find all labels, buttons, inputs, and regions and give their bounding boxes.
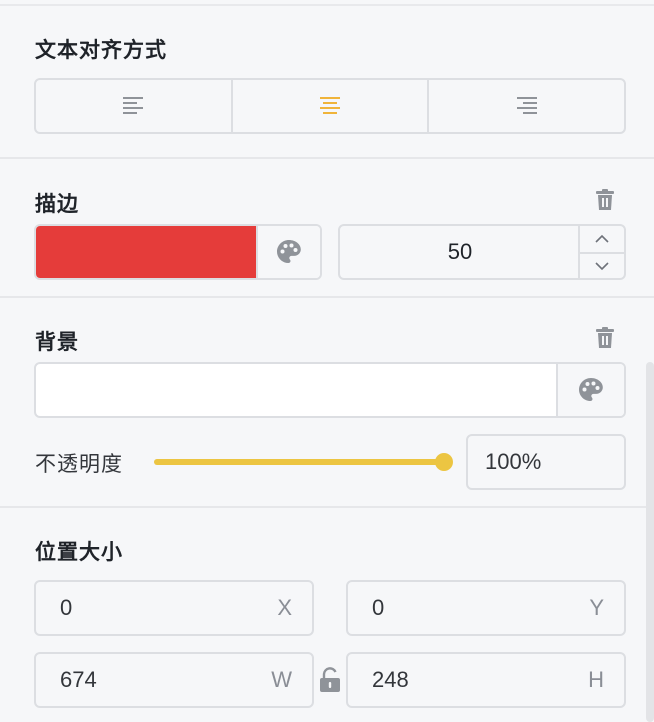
height-value: 248 <box>372 667 409 692</box>
opacity-slider[interactable] <box>154 452 453 472</box>
opacity-label: 不透明度 <box>35 452 123 476</box>
unlock-icon[interactable] <box>318 667 342 693</box>
slider-fill <box>154 459 444 465</box>
align-center-button[interactable] <box>230 80 428 132</box>
stroke-width-stepper[interactable]: 50 <box>338 224 626 280</box>
trash-icon[interactable] <box>595 189 615 211</box>
x-value: 0 <box>60 595 73 620</box>
opacity-input[interactable]: 100% <box>466 434 626 490</box>
stroke-width-input[interactable]: 50 <box>340 226 580 278</box>
increment-button[interactable] <box>580 226 624 252</box>
trash-icon[interactable] <box>595 327 615 349</box>
chevron-down-icon <box>595 262 609 271</box>
y-field[interactable]: 0 Y <box>346 580 626 636</box>
slider-handle[interactable] <box>435 453 453 471</box>
palette-icon <box>277 240 301 263</box>
x-field[interactable]: 0 X <box>34 580 314 636</box>
stepper-arrows <box>578 226 624 278</box>
text-align-group <box>34 78 626 134</box>
section-divider <box>0 157 654 159</box>
width-field[interactable]: 674 W <box>34 652 314 708</box>
chevron-up-icon <box>595 234 609 243</box>
align-right-button[interactable] <box>427 80 624 132</box>
top-divider <box>0 4 654 6</box>
stroke-color-picker[interactable] <box>34 224 322 280</box>
text-align-title: 文本对齐方式 <box>35 38 167 62</box>
background-title: 背景 <box>35 330 79 354</box>
height-suffix: H <box>588 667 604 692</box>
height-field[interactable]: 248 H <box>346 652 626 708</box>
width-suffix: W <box>271 667 292 692</box>
decrement-button[interactable] <box>580 252 624 278</box>
x-suffix: X <box>277 595 292 620</box>
section-divider <box>0 506 654 508</box>
align-left-button[interactable] <box>36 80 231 132</box>
palette-icon <box>579 378 603 401</box>
stroke-color-swatch[interactable] <box>36 226 256 278</box>
stroke-title: 描边 <box>35 192 79 216</box>
section-divider <box>0 296 654 298</box>
align-center-icon <box>320 97 340 114</box>
position-size-title: 位置大小 <box>35 540 123 564</box>
y-value: 0 <box>372 595 385 620</box>
background-color-picker[interactable] <box>34 362 626 418</box>
scrollbar[interactable] <box>646 362 654 722</box>
background-palette-button[interactable] <box>556 364 624 416</box>
y-suffix: Y <box>589 595 604 620</box>
stroke-palette-button[interactable] <box>256 226 320 278</box>
align-left-icon <box>123 97 144 114</box>
width-value: 674 <box>60 667 97 692</box>
align-right-icon <box>516 97 537 114</box>
